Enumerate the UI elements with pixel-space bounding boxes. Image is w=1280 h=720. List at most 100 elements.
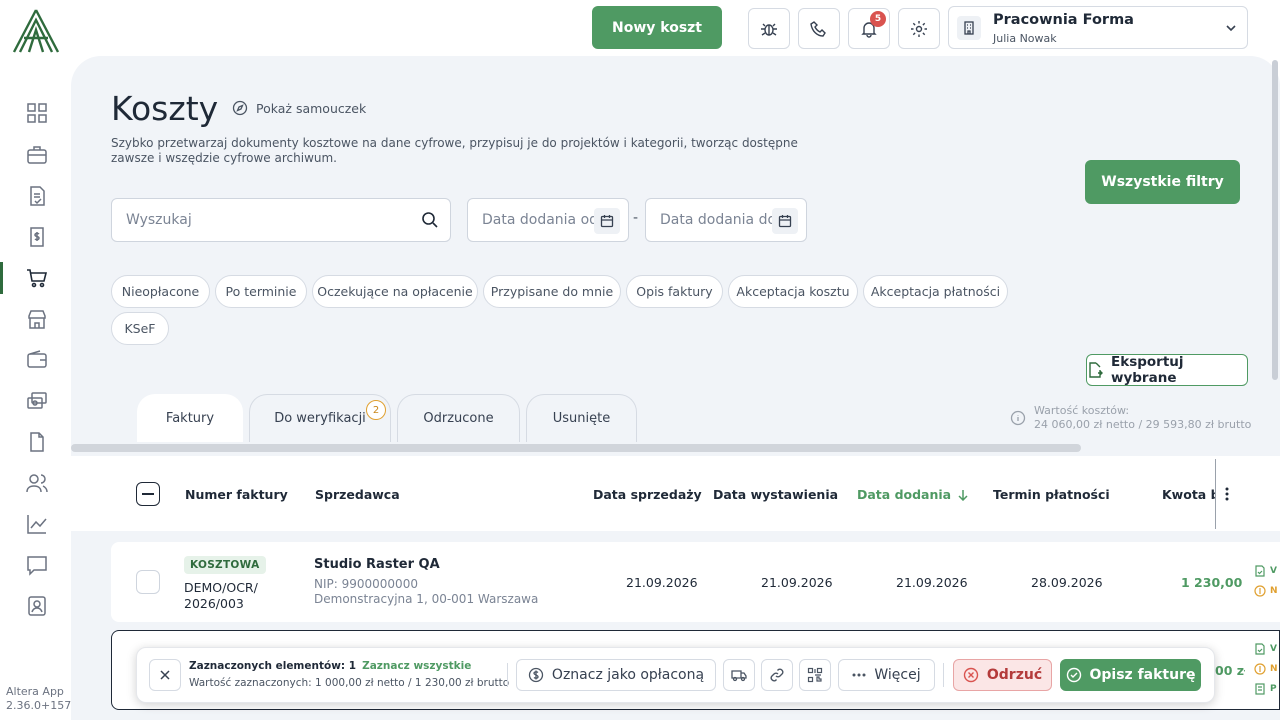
filter-chip-awaiting-payment[interactable]: Oczekujące na opłacenie bbox=[312, 275, 478, 308]
column-header-invoice-number[interactable]: Numer faktury bbox=[185, 487, 288, 502]
payment-document-icon bbox=[1254, 683, 1266, 695]
export-label: Eksportuj wybrane bbox=[1111, 354, 1184, 386]
delivery-button[interactable] bbox=[723, 659, 755, 691]
selection-summary: Zaznaczonych elementów: 1 Zaznacz wszyst… bbox=[189, 660, 471, 672]
new-cost-button[interactable]: Nowy koszt bbox=[592, 6, 722, 49]
filter-chip-cost-approval[interactable]: Akceptacja kosztu bbox=[728, 275, 858, 308]
app-logo[interactable] bbox=[11, 8, 61, 54]
bug-icon bbox=[760, 20, 778, 38]
coin-icon bbox=[528, 667, 544, 683]
filter-chip-unpaid[interactable]: Nieopłacone bbox=[111, 275, 210, 308]
gross-amount: 00 zł bbox=[1215, 663, 1245, 678]
search-input[interactable]: Wyszukaj bbox=[111, 198, 451, 242]
reject-x-icon bbox=[963, 667, 979, 683]
column-header-due-date[interactable]: Termin płatności bbox=[993, 487, 1110, 502]
coin-icon bbox=[1254, 663, 1266, 675]
truck-icon bbox=[731, 667, 747, 683]
date-range-separator: - bbox=[633, 210, 639, 226]
document-status-icon bbox=[1254, 565, 1266, 577]
filter-chip-assigned-to-me[interactable]: Przypisane do mnie bbox=[483, 275, 621, 308]
filter-chip-ksef[interactable]: KSeF bbox=[111, 312, 169, 345]
money-transfer-icon[interactable] bbox=[26, 390, 48, 412]
all-filters-button[interactable]: Wszystkie filtry bbox=[1085, 160, 1240, 204]
qr-code-button[interactable] bbox=[799, 659, 831, 691]
export-selected-button[interactable]: Eksportuj wybrane bbox=[1086, 354, 1248, 386]
document-status-icon bbox=[1254, 643, 1266, 655]
filter-chip-invoice-description[interactable]: Opis faktury bbox=[626, 275, 723, 308]
tutorial-link[interactable]: Pokaż samouczek bbox=[232, 100, 366, 116]
compass-icon bbox=[232, 100, 248, 116]
wallet-icon[interactable] bbox=[26, 349, 48, 371]
notifications-button[interactable]: 5 bbox=[848, 8, 890, 49]
phone-button[interactable] bbox=[798, 8, 840, 49]
company-name: Pracownia Forma bbox=[993, 12, 1134, 28]
selected-count: Zaznaczonych elementów: 1 bbox=[189, 660, 357, 672]
column-header-gross-amount[interactable]: Kwota br bbox=[1162, 487, 1216, 502]
user-name: Julia Nowak bbox=[993, 32, 1057, 45]
link-button[interactable] bbox=[761, 659, 793, 691]
phone-icon bbox=[810, 20, 828, 38]
tab-to-verify[interactable]: Do weryfikacji 2 bbox=[249, 394, 391, 442]
cart-icon[interactable] bbox=[26, 267, 48, 289]
date-to-input[interactable]: Data dodania do bbox=[645, 198, 807, 242]
costs-summary-label: Wartość kosztów: bbox=[1034, 404, 1130, 417]
users-icon[interactable] bbox=[26, 472, 48, 494]
close-icon bbox=[159, 669, 171, 681]
store-icon[interactable] bbox=[26, 308, 48, 330]
added-date: 21.09.2026 bbox=[896, 575, 968, 590]
column-header-added-date[interactable]: Data dodania bbox=[857, 487, 969, 502]
selected-value: Wartość zaznaczonych: 1 000,00 zł netto … bbox=[189, 677, 510, 689]
company-switcher[interactable]: Pracownia Forma Julia Nowak bbox=[948, 6, 1248, 49]
calendar-icon[interactable] bbox=[594, 208, 620, 234]
more-actions-button[interactable]: Więcej bbox=[838, 659, 935, 691]
costs-summary: Wartość kosztów: 24 060,00 zł netto / 29… bbox=[1034, 404, 1251, 432]
status-unpaid: N bbox=[1254, 585, 1278, 597]
row-checkbox[interactable] bbox=[136, 570, 160, 594]
tab-rejected[interactable]: Odrzucone bbox=[397, 394, 520, 442]
reject-button[interactable]: Odrzuć bbox=[953, 659, 1052, 691]
search-icon[interactable] bbox=[421, 211, 439, 229]
describe-invoice-button[interactable]: Opisz fakturę bbox=[1060, 659, 1201, 691]
horizontal-scrollbar[interactable] bbox=[71, 444, 1081, 452]
column-header-seller[interactable]: Sprzedawca bbox=[315, 487, 400, 502]
divider bbox=[507, 663, 508, 687]
document-check-icon[interactable] bbox=[26, 185, 48, 207]
invoice-dollar-icon[interactable] bbox=[26, 226, 48, 248]
tab-invoices[interactable]: Faktury bbox=[137, 394, 243, 442]
message-icon[interactable] bbox=[26, 554, 48, 576]
file-icon[interactable] bbox=[26, 431, 48, 453]
filter-chip-payment-approval[interactable]: Akceptacja płatności bbox=[863, 275, 1008, 308]
date-from-input[interactable]: Data dodania od bbox=[467, 198, 629, 242]
column-options-icon[interactable] bbox=[1222, 486, 1232, 502]
bug-report-button[interactable] bbox=[748, 8, 790, 49]
settings-button[interactable] bbox=[898, 8, 940, 49]
sidebar-active-indicator bbox=[0, 262, 3, 294]
briefcase-icon[interactable] bbox=[26, 144, 48, 166]
building-icon bbox=[957, 16, 981, 40]
check-circle-icon bbox=[1066, 667, 1082, 683]
search-placeholder: Wyszukaj bbox=[126, 212, 192, 228]
gear-icon bbox=[910, 20, 928, 38]
filter-chip-overdue[interactable]: Po terminie bbox=[215, 275, 307, 308]
calendar-icon[interactable] bbox=[772, 208, 798, 234]
chart-line-icon[interactable] bbox=[26, 513, 48, 535]
notifications-badge: 5 bbox=[870, 11, 886, 27]
mark-as-paid-label: Oznacz jako opłaconą bbox=[551, 667, 705, 683]
tab-deleted[interactable]: Usunięte bbox=[526, 394, 637, 442]
vertical-scrollbar[interactable] bbox=[1272, 60, 1278, 380]
clear-selection-button[interactable] bbox=[149, 659, 181, 691]
coin-icon bbox=[1254, 585, 1266, 597]
invoice-number[interactable]: DEMO/OCR/ 2026/003 bbox=[184, 580, 258, 612]
due-date: 28.09.2026 bbox=[1031, 575, 1103, 590]
costs-summary-value: 24 060,00 zł netto / 29 593,80 zł brutto bbox=[1034, 418, 1252, 431]
invoice-number-line2: 2026/003 bbox=[184, 596, 244, 611]
select-all-link[interactable]: Zaznacz wszystkie bbox=[362, 660, 471, 672]
invoice-number-line1: DEMO/OCR/ bbox=[184, 580, 258, 595]
select-all-checkbox[interactable] bbox=[136, 482, 160, 506]
dashboard-icon[interactable] bbox=[26, 102, 48, 124]
column-header-issue-date[interactable]: Data wystawienia bbox=[713, 487, 838, 502]
column-header-added-date-label: Data dodania bbox=[857, 487, 952, 502]
contact-card-icon[interactable] bbox=[26, 595, 48, 617]
column-header-sale-date[interactable]: Data sprzedaży bbox=[593, 487, 702, 502]
mark-as-paid-button[interactable]: Oznacz jako opłaconą bbox=[516, 659, 716, 691]
